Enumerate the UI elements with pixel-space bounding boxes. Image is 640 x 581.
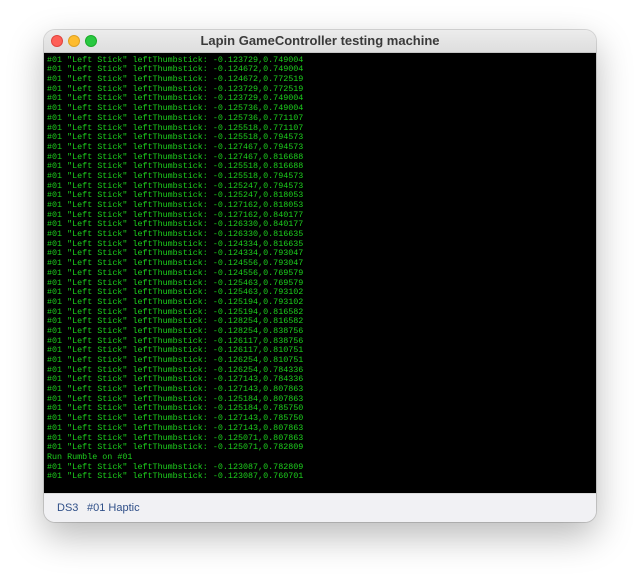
window-title: Lapin GameController testing machine: [200, 33, 440, 48]
status-bar: DS3 #01 Haptic: [44, 493, 596, 522]
controller-label[interactable]: DS3: [57, 502, 78, 514]
console-log: #01 "Left Stick" leftThumbstick: -0.1237…: [47, 53, 303, 482]
app-window: Lapin GameController testing machine #01…: [44, 30, 596, 522]
haptic-label[interactable]: #01 Haptic: [87, 502, 140, 514]
console-output[interactable]: #01 "Left Stick" leftThumbstick: -0.1237…: [44, 53, 596, 493]
console-line: #01 "Left Stick" leftThumbstick: -0.1230…: [47, 471, 304, 482]
title-bar[interactable]: Lapin GameController testing machine: [44, 30, 596, 53]
